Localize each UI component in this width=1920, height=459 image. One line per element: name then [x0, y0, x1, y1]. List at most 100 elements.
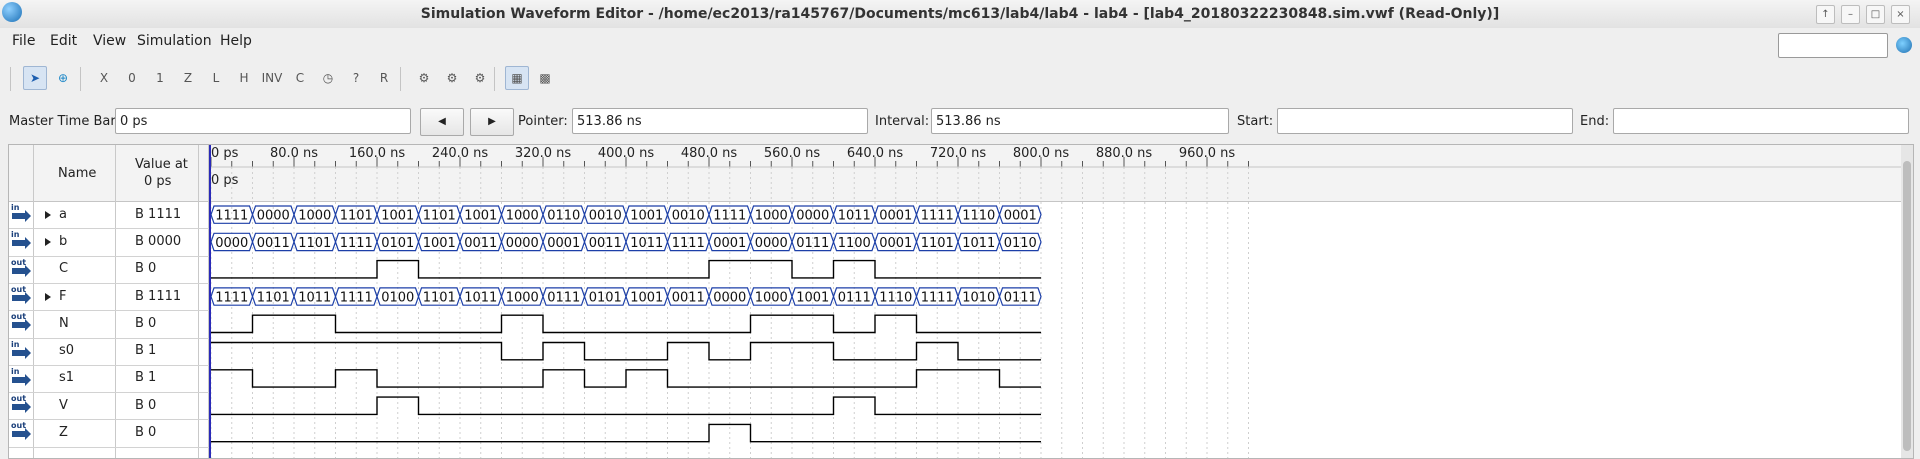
menu-file[interactable]: File — [12, 33, 35, 49]
pointer-label: Pointer: — [518, 114, 568, 129]
bus-value-label: 0000 — [755, 236, 788, 251]
bus-value-label: 1001 — [796, 291, 829, 306]
bus-value-label: 0000 — [506, 236, 539, 251]
signal-name[interactable]: s0 — [59, 343, 74, 358]
invert-icon[interactable]: INV — [260, 66, 284, 90]
bus-value-label: 1001 — [381, 209, 414, 224]
row-divider — [9, 419, 209, 421]
master-time-bar-input[interactable]: 0 ps — [115, 108, 411, 134]
signal-name[interactable]: b — [59, 234, 67, 249]
time-tick-label: 800.0 ns — [1013, 146, 1070, 161]
signal-value: B 1 — [135, 343, 157, 359]
arbitrary-value-icon[interactable]: R — [372, 66, 396, 90]
bus-value-label: 1111 — [340, 291, 373, 306]
time-tick-label: 960.0 ns — [1179, 146, 1236, 161]
signal-value: B 1111 — [135, 288, 182, 304]
menu-edit[interactable]: Edit — [50, 33, 77, 49]
previous-transition-button[interactable]: ◀ — [420, 108, 464, 136]
search-input[interactable] — [1778, 33, 1888, 58]
bit-waveform[interactable] — [211, 369, 1041, 388]
menu-help[interactable]: Help — [220, 33, 252, 49]
signal-name[interactable]: Z — [59, 425, 68, 440]
bus-value-label: 1011 — [298, 291, 331, 306]
menu-simulation[interactable]: Simulation — [137, 33, 212, 49]
end-input[interactable] — [1613, 108, 1909, 134]
bus-value-label: 0001 — [713, 236, 746, 251]
signal-value: B 0 — [135, 261, 157, 277]
scrollbar-thumb[interactable] — [1903, 161, 1911, 451]
window-title: Simulation Waveform Editor - /home/ec201… — [420, 6, 1500, 22]
run-timing-simulation-icon[interactable]: ⚙ — [440, 66, 464, 90]
row-divider — [9, 228, 209, 230]
signal-name[interactable]: a — [59, 207, 67, 222]
bus-value-label: 1111 — [921, 209, 954, 224]
force-high-impedance-icon[interactable]: Z — [176, 66, 200, 90]
output-pin-icon: out — [11, 312, 31, 333]
bus-value-label: 1010 — [962, 291, 995, 306]
force-weak-low-icon[interactable]: L — [204, 66, 228, 90]
pointer-input[interactable]: 513.86 ns — [572, 108, 868, 134]
pointer-tool-icon[interactable]: ➤ — [23, 66, 47, 90]
time-tick-label: 640.0 ns — [847, 146, 904, 161]
expand-arrow-icon[interactable] — [45, 210, 51, 219]
signal-name[interactable]: N — [59, 316, 69, 331]
force-unknown-icon[interactable]: X — [92, 66, 116, 90]
signal-name[interactable]: C — [59, 261, 68, 276]
time-tick-label: 80.0 ns — [270, 146, 318, 161]
zoom-tool-icon[interactable]: ⊕ — [51, 66, 75, 90]
start-input[interactable] — [1277, 108, 1573, 134]
maximize-button[interactable]: □ — [1866, 5, 1885, 24]
toolbar-separator — [80, 67, 81, 91]
bus-value-label: 1111 — [215, 291, 248, 306]
signal-name[interactable]: V — [59, 398, 68, 413]
bus-value-label: 0111 — [796, 236, 829, 251]
input-pin-icon: in — [11, 340, 31, 361]
time-tick-label: 0 ps — [211, 146, 239, 161]
count-value-icon[interactable]: C — [288, 66, 312, 90]
vertical-scrollbar[interactable] — [1901, 145, 1913, 458]
menu-view[interactable]: View — [93, 33, 126, 49]
run-functional-simulation-icon[interactable]: ⚙ — [412, 66, 436, 90]
force-low-icon[interactable]: 0 — [120, 66, 144, 90]
bus-value-label: 1101 — [423, 291, 456, 306]
bus-value-label: 1101 — [298, 236, 331, 251]
bus-value-label: 0000 — [796, 209, 829, 224]
interval-input[interactable]: 513.86 ns — [931, 108, 1229, 134]
bus-value-label: 0110 — [547, 209, 580, 224]
clock-value-icon[interactable]: ◷ — [316, 66, 340, 90]
bus-value-label: 1000 — [755, 291, 788, 306]
next-transition-button[interactable]: ▶ — [470, 108, 514, 136]
time-tick-label: 560.0 ns — [764, 146, 821, 161]
force-weak-high-icon[interactable]: H — [232, 66, 256, 90]
bus-value-label: 1111 — [672, 236, 705, 251]
grid-settings-icon[interactable]: ▩ — [533, 66, 557, 90]
random-value-icon[interactable]: ? — [344, 66, 368, 90]
bit-waveform[interactable] — [211, 396, 1041, 416]
waveform-area[interactable]: 0 ps 80.0 ns 160.0 ns 240.0 ns 320.0 ns 400.0… — [209, 145, 1901, 458]
generate-netlist-icon[interactable]: ⚙ — [468, 66, 492, 90]
output-pin-icon: out — [11, 285, 31, 306]
snap-to-grid-icon[interactable]: ▦ — [505, 66, 529, 90]
restore-button[interactable]: ↑ — [1816, 5, 1835, 24]
bus-value-label: 1110 — [879, 291, 912, 306]
globe-icon[interactable] — [1896, 37, 1912, 53]
minimize-button[interactable]: – — [1841, 5, 1860, 24]
expand-arrow-icon[interactable] — [45, 237, 51, 246]
bus-value-label: 1110 — [962, 209, 995, 224]
bus-value-label: 1001 — [630, 291, 663, 306]
toolbar-separator — [494, 67, 495, 91]
force-high-icon[interactable]: 1 — [148, 66, 172, 90]
signal-name[interactable]: F — [59, 289, 66, 304]
signal-value: B 1111 — [135, 206, 182, 222]
output-pin-icon: out — [11, 421, 31, 442]
bus-value-label: 0001 — [879, 236, 912, 251]
bus-value-label: 1111 — [713, 209, 746, 224]
bus-value-label: 0000 — [713, 291, 746, 306]
close-button[interactable]: × — [1891, 5, 1910, 24]
waveform-panel: Name Value at 0 ps in a B 1111 in b B 0000 out… — [8, 144, 1914, 459]
signal-name[interactable]: s1 — [59, 370, 74, 385]
expand-arrow-icon[interactable] — [45, 292, 51, 301]
bus-value-label: 1101 — [921, 236, 954, 251]
bus-value-label: 1011 — [464, 291, 497, 306]
bus-value-label: 1100 — [838, 236, 871, 251]
